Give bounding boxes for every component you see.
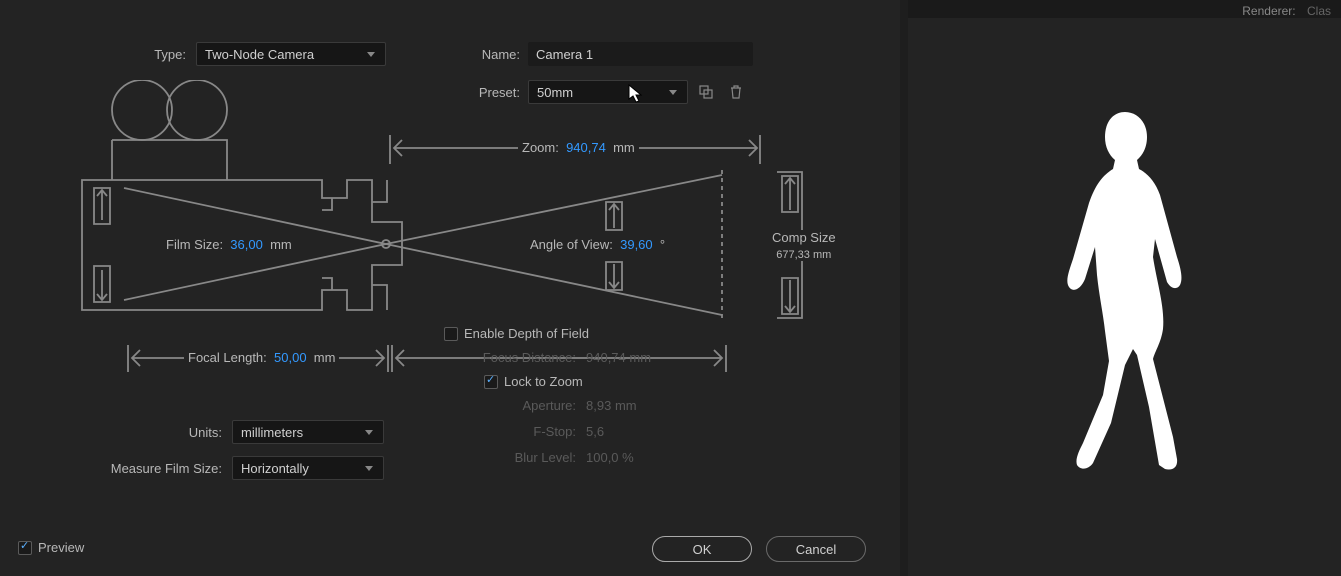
focal-length-value: 50,00 [274, 350, 307, 365]
fstop-field: F-Stop: 5,6 [400, 424, 604, 439]
focal-length-field[interactable]: Focal Length: 50,00 mm [184, 350, 339, 365]
preview-box [18, 541, 32, 555]
units-value: millimeters [241, 425, 303, 440]
fstop-value: 5,6 [586, 424, 604, 439]
preview-label: Preview [38, 540, 84, 555]
focus-distance-unit: mm [629, 350, 651, 365]
name-value: Camera 1 [536, 47, 593, 62]
angle-label: Angle of View: [530, 237, 613, 252]
focus-distance-value: 940,74 [586, 350, 626, 365]
zoom-value: 940,74 [566, 140, 606, 155]
blur-value: 100,0 [586, 450, 619, 465]
aperture-field: Aperture: 8,93 mm [400, 398, 637, 413]
zoom-field[interactable]: Zoom: 940,74 mm [518, 140, 639, 155]
cancel-button[interactable]: Cancel [766, 536, 866, 562]
fstop-label: F-Stop: [400, 424, 576, 439]
enable-dof-label: Enable Depth of Field [464, 326, 589, 341]
renderer-label: Renderer: [1242, 4, 1295, 18]
film-size-unit: mm [270, 237, 292, 252]
comp-size-value: 677,33 mm [772, 249, 836, 261]
angle-field[interactable]: Angle of View: 39,60 ° [526, 237, 669, 252]
measure-value: Horizontally [241, 461, 309, 476]
zoom-unit: mm [613, 140, 635, 155]
film-size-label: Film Size: [166, 237, 223, 252]
measure-select[interactable]: Horizontally [232, 456, 384, 480]
angle-unit: ° [660, 237, 665, 252]
comp-size-label: Comp Size [772, 230, 836, 245]
preview-panel: Renderer: Clas [908, 0, 1341, 576]
lock-to-zoom-checkbox[interactable]: Lock to Zoom [484, 374, 583, 389]
focus-distance-label: Focus Distance: [400, 350, 576, 365]
enable-dof-checkbox[interactable]: Enable Depth of Field [444, 326, 589, 341]
camera-settings-dialog: Type: Two-Node Camera Name: Camera 1 Pre… [0, 0, 900, 576]
blur-unit: % [622, 450, 634, 465]
film-size-value: 36,00 [230, 237, 263, 252]
preview-checkbox[interactable]: Preview [18, 540, 84, 555]
renderer-row: Renderer: Clas [1242, 4, 1331, 18]
ok-label: OK [693, 542, 712, 557]
focus-distance-field: Focus Distance: 940,74 mm [400, 350, 651, 365]
focal-length-unit: mm [314, 350, 336, 365]
measure-label: Measure Film Size: [0, 461, 222, 476]
type-select[interactable]: Two-Node Camera [196, 42, 386, 66]
lock-to-zoom-box [484, 375, 498, 389]
ok-button[interactable]: OK [652, 536, 752, 562]
type-label: Type: [0, 47, 186, 62]
enable-dof-box [444, 327, 458, 341]
blur-field: Blur Level: 100,0 % [400, 450, 634, 465]
name-input[interactable]: Camera 1 [528, 42, 753, 66]
focal-length-label: Focal Length: [188, 350, 267, 365]
angle-value: 39,60 [620, 237, 653, 252]
aperture-value: 8,93 [586, 398, 611, 413]
comp-size: Comp Size 677,33 mm [768, 230, 840, 261]
zoom-label: Zoom: [522, 140, 559, 155]
cancel-label: Cancel [796, 542, 836, 557]
renderer-value: Clas [1307, 4, 1331, 18]
film-size-field[interactable]: Film Size: 36,00 mm [162, 237, 296, 252]
units-label: Units: [0, 425, 222, 440]
lock-to-zoom-label: Lock to Zoom [504, 374, 583, 389]
type-value: Two-Node Camera [205, 47, 314, 62]
units-select[interactable]: millimeters [232, 420, 384, 444]
preview-viewport[interactable] [908, 18, 1341, 576]
blur-label: Blur Level: [400, 450, 576, 465]
aperture-label: Aperture: [400, 398, 576, 413]
aperture-unit: mm [615, 398, 637, 413]
silhouette-image [1025, 107, 1225, 487]
name-label: Name: [420, 47, 520, 62]
